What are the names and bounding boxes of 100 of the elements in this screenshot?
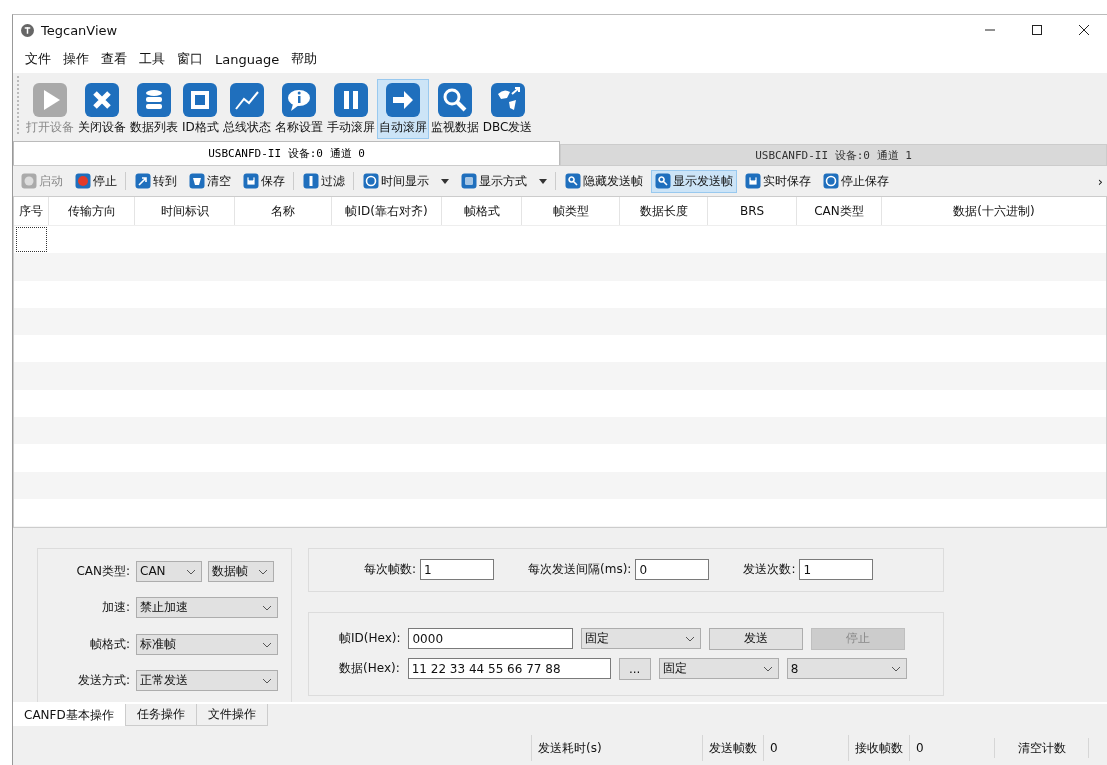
toolbar-button[interactable]: 隐藏发送帧 xyxy=(561,169,647,193)
chevron-down-icon xyxy=(685,636,696,643)
data-mode-select[interactable]: 固定 xyxy=(658,658,779,680)
menu-item[interactable]: 查看 xyxy=(95,50,133,68)
status-label: 发送耗时(s) xyxy=(531,735,702,761)
triangle-down-icon xyxy=(539,178,547,184)
mode-select[interactable]: 正常发送 xyxy=(136,670,278,692)
toolbar-button[interactable]: 名称设置 xyxy=(272,79,325,139)
field-label: CAN类型: xyxy=(75,562,130,580)
column-header[interactable]: BRS xyxy=(708,197,797,225)
triangle-down-icon xyxy=(441,178,449,184)
channel-tab[interactable]: USBCANFD-II 设备:0 通道 1 xyxy=(560,144,1107,165)
save-icon xyxy=(243,173,259,189)
save-icon xyxy=(745,173,761,189)
pause-icon xyxy=(332,82,369,118)
frame-id-field[interactable]: 0000 xyxy=(408,628,574,650)
chevron-down-icon xyxy=(186,568,196,575)
chevron-down-icon xyxy=(262,678,272,685)
search-icon xyxy=(565,173,581,189)
focused-cell[interactable] xyxy=(16,227,47,252)
database-icon xyxy=(136,82,172,118)
menu-item[interactable]: 窗口 xyxy=(171,50,209,68)
can-type-select[interactable]: CAN xyxy=(136,560,202,582)
menu-item[interactable]: 帮助 xyxy=(285,50,324,68)
circle-icon xyxy=(21,173,37,189)
column-header[interactable]: 时间标识 xyxy=(135,197,235,225)
field-label: 每次发送间隔(ms): xyxy=(528,561,632,579)
toolbar-button[interactable]: 停止保存 xyxy=(819,169,893,193)
toolbar-button[interactable]: 显示方式 xyxy=(457,169,531,193)
field-label: 帧ID(Hex): xyxy=(339,630,401,648)
id-mode-select[interactable]: 固定 xyxy=(581,628,702,650)
bottom-tab[interactable]: 任务操作 xyxy=(125,704,197,726)
toolbar-button[interactable]: 自动滚屏 xyxy=(376,79,429,139)
close-icon[interactable] xyxy=(1078,24,1090,36)
circle-icon xyxy=(363,173,379,189)
status-label: 接收帧数 xyxy=(848,735,909,761)
column-header[interactable]: 数据长度 xyxy=(620,197,708,225)
menu-item[interactable]: 工具 xyxy=(133,50,171,68)
send-times-field[interactable]: 1 xyxy=(799,559,874,581)
close-icon xyxy=(84,82,120,118)
status-value: 0 xyxy=(909,735,994,761)
column-header[interactable]: CAN类型 xyxy=(797,197,882,225)
more-button[interactable]: ... xyxy=(618,658,651,680)
overflow-button[interactable]: › xyxy=(1097,173,1103,189)
data-field[interactable]: 11 22 33 44 55 66 77 88 xyxy=(407,658,611,680)
info-icon xyxy=(280,82,317,118)
chevron-down-icon xyxy=(262,641,272,648)
field-label: 发送方式: xyxy=(76,672,130,690)
toolbar-button[interactable]: 过滤 xyxy=(299,169,349,193)
column-header[interactable]: 帧类型 xyxy=(522,197,620,225)
column-header[interactable]: 帧ID(靠右对齐) xyxy=(332,197,442,225)
toolbar-button[interactable]: 转到 xyxy=(131,169,181,193)
interval-field[interactable]: 0 xyxy=(635,559,710,581)
stop-icon xyxy=(75,173,91,189)
status-value: 0 xyxy=(763,735,848,761)
toolbar-button[interactable]: 手动滚屏 xyxy=(324,79,377,139)
clear-count-button[interactable]: 清空计数 xyxy=(994,738,1089,758)
send-button[interactable]: 发送 xyxy=(709,628,804,650)
format-select[interactable]: 标准帧 xyxy=(136,633,278,655)
circle-icon xyxy=(823,173,839,189)
column-header[interactable]: 名称 xyxy=(235,197,332,225)
toolbar-button[interactable]: 时间显示 xyxy=(359,169,433,193)
column-header[interactable]: 数据(十六进制) xyxy=(882,197,1106,225)
toolbar-button[interactable]: 清空 xyxy=(185,169,235,193)
search-icon xyxy=(436,82,473,118)
search-icon xyxy=(655,173,671,189)
frame-count-field[interactable]: 1 xyxy=(420,559,495,581)
channel-tab[interactable]: USBCANFD-II 设备:0 通道 0 xyxy=(13,141,560,165)
toolbar-button[interactable]: 关闭设备 xyxy=(76,79,128,139)
maximize-icon[interactable] xyxy=(1031,24,1043,36)
toolbar-button[interactable]: 数据列表 xyxy=(128,79,180,139)
status-label: 发送帧数 xyxy=(702,735,763,761)
bottom-tab[interactable]: 文件操作 xyxy=(196,704,268,726)
toolbar-button[interactable]: 停止 xyxy=(71,169,121,193)
column-header[interactable]: 序号 xyxy=(14,197,49,225)
frame-kind-select[interactable]: 数据帧 xyxy=(208,560,274,582)
bucket-icon xyxy=(189,173,205,189)
accel-select[interactable]: 禁止加速 xyxy=(136,597,278,619)
field-label: 数据(Hex): xyxy=(339,660,400,678)
menu-item[interactable]: Language xyxy=(209,51,286,67)
play-icon xyxy=(32,82,68,118)
column-header[interactable]: 帧格式 xyxy=(442,197,522,225)
toolbar-button[interactable]: DBC发送 xyxy=(480,79,535,139)
column-header[interactable]: 传输方向 xyxy=(49,197,135,225)
menu-item[interactable]: 操作 xyxy=(57,50,95,68)
length-select[interactable]: 8 xyxy=(786,658,907,680)
chevron-down-icon xyxy=(762,666,773,673)
field-label: 每次帧数: xyxy=(364,561,417,579)
field-label: 发送次数: xyxy=(743,561,796,579)
toolbar-button[interactable]: 监视数据 xyxy=(428,79,481,139)
chevron-down-icon xyxy=(262,605,272,612)
bottom-tab[interactable]: CANFD基本操作 xyxy=(13,704,126,726)
menu-item[interactable]: 文件 xyxy=(19,50,57,68)
toolbar-button[interactable]: 总线状态 xyxy=(220,79,273,139)
window-title: TegcanView xyxy=(41,22,118,38)
toolbar-button[interactable]: 显示发送帧 xyxy=(651,169,737,193)
toolbar-button[interactable]: 保存 xyxy=(239,169,289,193)
app-logo-icon xyxy=(21,23,34,37)
toolbar-button[interactable]: ID格式 xyxy=(180,79,221,139)
toolbar-button[interactable]: 实时保存 xyxy=(741,169,815,193)
